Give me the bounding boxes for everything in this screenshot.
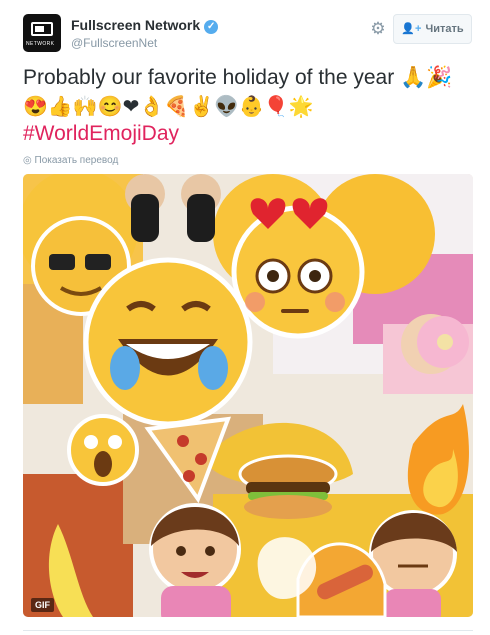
add-user-icon: 👤+	[401, 23, 422, 35]
gear-icon[interactable]: ⚙	[368, 19, 388, 39]
translate-label: Показать перевод	[34, 155, 119, 166]
tweet-emoji-row: 😍👍🙌😊❤👌🍕✌👽👶🎈🌟	[23, 96, 314, 118]
gif-badge: GIF	[31, 598, 54, 612]
tweet-header: NETWORK Fullscreen Network ✓ @FullscreenN…	[23, 14, 473, 54]
translate-link[interactable]: ◎ Показать перевод	[23, 155, 118, 166]
avatar-text: NETWORK	[26, 41, 55, 47]
divider	[23, 630, 473, 631]
hashtag-link[interactable]: #WorldEmojiDay	[23, 121, 179, 147]
globe-icon: ◎	[23, 155, 32, 166]
tweet-text: Probably our favorite holiday of the yea…	[23, 66, 453, 89]
follow-label: Читать	[425, 23, 464, 35]
tweet-media[interactable]: GIF	[23, 174, 473, 617]
avatar[interactable]: NETWORK	[23, 14, 61, 52]
emoji-collage-image	[23, 174, 473, 617]
account-handle[interactable]: @FullscreenNet	[71, 36, 157, 50]
follow-button[interactable]: 👤+ Читать	[393, 14, 472, 44]
account-name-text[interactable]: Fullscreen Network	[71, 17, 200, 33]
verified-badge-icon: ✓	[204, 20, 219, 34]
account-name[interactable]: Fullscreen Network ✓	[71, 17, 219, 34]
logo-icon	[31, 22, 53, 36]
